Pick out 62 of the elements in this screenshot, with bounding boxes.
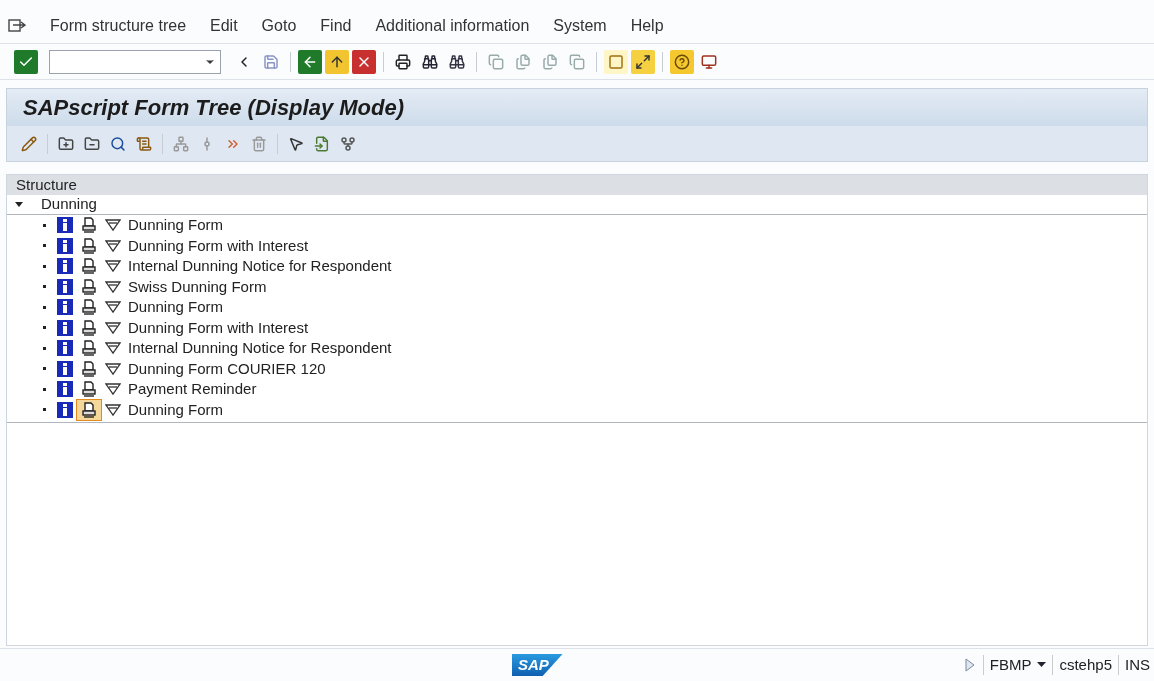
menu-item[interactable]: Form structure tree: [50, 13, 187, 38]
menu-item[interactable]: Help: [630, 13, 664, 38]
tree-node[interactable]: Dunning Form with Interest: [128, 316, 309, 339]
info-icon: [57, 401, 73, 418]
bullet-icon: [43, 305, 46, 309]
tree-node[interactable]: Dunning Form: [128, 296, 224, 319]
funnel-icon: [105, 238, 121, 253]
info-icon: [57, 299, 73, 316]
bullet-icon: [43, 326, 46, 330]
tree-node[interactable]: Dunning Form with Interest: [128, 234, 309, 257]
info-icon: [57, 217, 73, 234]
menu-item[interactable]: Additional information: [375, 13, 530, 38]
cancel-icon[interactable]: [352, 49, 376, 74]
bullet-icon: [43, 244, 46, 248]
bullet-icon: [43, 264, 46, 268]
tree-node[interactable]: Dunning: [41, 193, 97, 216]
tree-node[interactable]: Dunning Form: [128, 214, 224, 237]
play-icon[interactable]: [964, 658, 975, 672]
tree-node[interactable]: Internal Dunning Notice for Respondent: [128, 337, 392, 360]
info-icon: [57, 237, 73, 254]
funnel-icon: [105, 300, 121, 315]
screen-title: SAPscript Form Tree (Display Mode): [23, 94, 404, 122]
funnel-icon: [105, 320, 121, 335]
exit-icon[interactable]: [325, 49, 349, 74]
help-icon[interactable]: [670, 49, 694, 74]
expand-toggle-icon[interactable]: [15, 201, 25, 208]
tree-node[interactable]: Dunning Form: [128, 398, 224, 421]
insert-mode[interactable]: INS: [1119, 653, 1150, 677]
enter-icon[interactable]: [14, 49, 38, 74]
info-icon: [57, 278, 73, 295]
bullet-icon: [43, 223, 46, 227]
back-icon[interactable]: [298, 49, 322, 74]
server-name: cstehp5: [1058, 654, 1113, 675]
menu-item[interactable]: Find: [320, 13, 352, 38]
tree-node[interactable]: Payment Reminder: [128, 378, 257, 401]
info-icon: [57, 258, 73, 275]
funnel-icon: [105, 402, 121, 417]
bullet-icon: [43, 367, 46, 371]
transaction-code[interactable]: FBMP: [983, 653, 1053, 677]
bullet-icon: [43, 408, 46, 412]
funnel-icon: [105, 382, 121, 397]
menu-item[interactable]: Edit: [210, 13, 238, 38]
tree-node[interactable]: Swiss Dunning Form: [128, 275, 267, 298]
info-icon: [57, 340, 73, 357]
menu-item[interactable]: Goto: [261, 13, 297, 38]
funnel-icon: [105, 341, 121, 356]
info-icon: [57, 360, 73, 377]
funnel-icon: [105, 259, 121, 274]
column-header: Structure: [16, 174, 77, 195]
menu-item[interactable]: System: [553, 13, 607, 38]
funnel-icon: [105, 361, 121, 376]
funnel-icon: [105, 279, 121, 294]
command-field[interactable]: [49, 49, 221, 74]
bullet-icon: [43, 387, 46, 391]
bullet-icon: [43, 346, 46, 350]
tree-node[interactable]: Dunning Form COURIER 120: [128, 357, 326, 380]
sap-logo: SAP: [511, 653, 563, 677]
info-icon: [57, 319, 73, 336]
bullet-icon: [43, 285, 46, 289]
funnel-icon: [105, 218, 121, 233]
tree-node[interactable]: Internal Dunning Notice for Respondent: [128, 255, 392, 278]
info-icon: [57, 381, 73, 398]
